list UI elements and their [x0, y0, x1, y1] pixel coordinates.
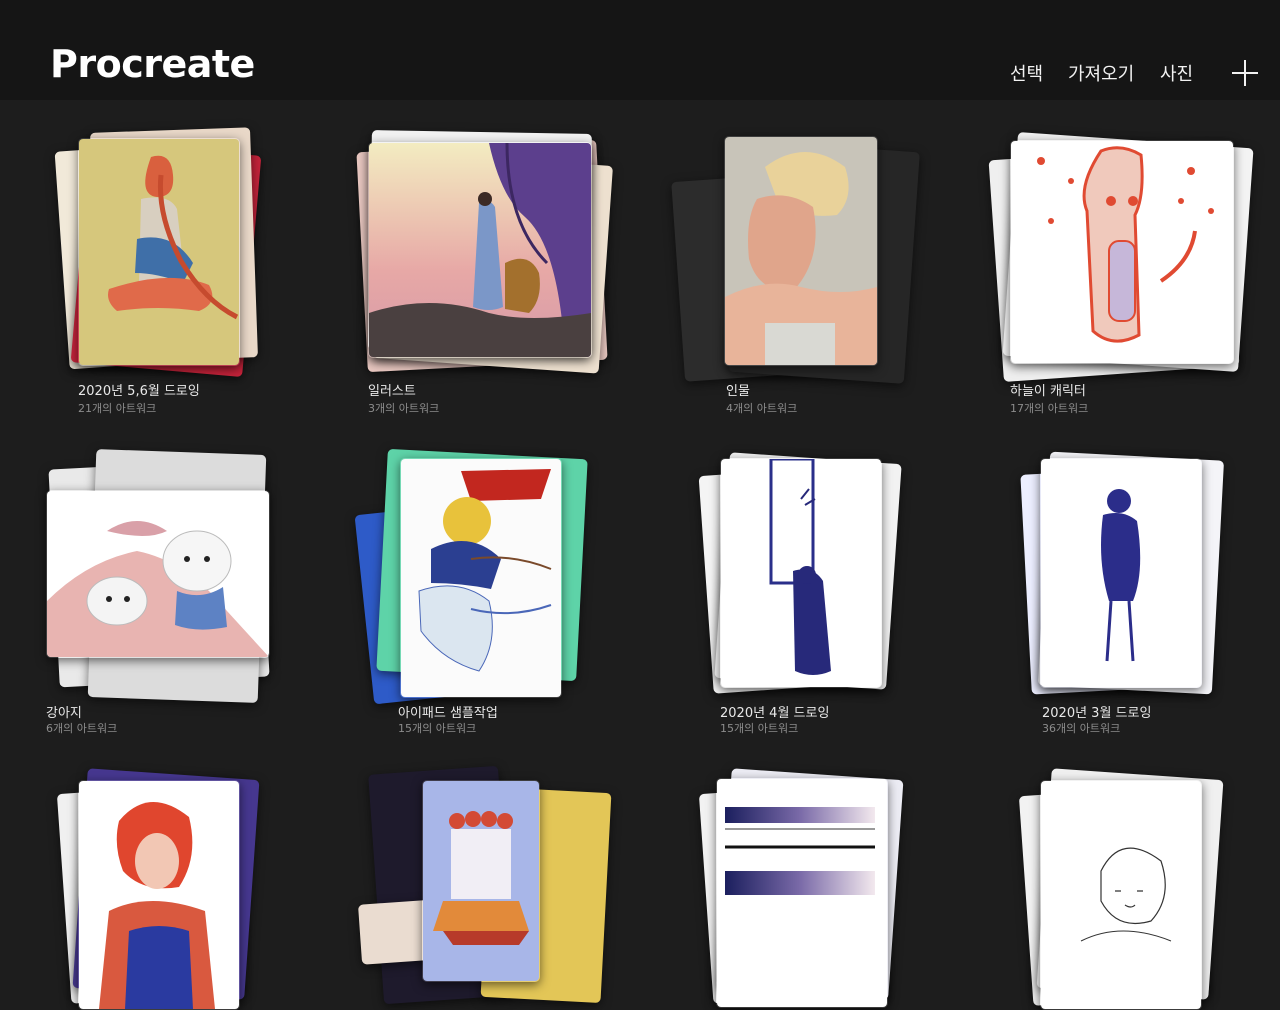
stack-row3-2[interactable]: [352, 762, 612, 1005]
artwork-thumbnail: [422, 780, 540, 982]
stack-haneul-character[interactable]: [988, 118, 1256, 418]
artwork-thumbnail: [368, 142, 592, 358]
artwork-thumbnail: [724, 136, 878, 366]
artwork-thumbnail: [78, 138, 240, 366]
artwork-thumbnail: [716, 778, 888, 1008]
stack-puppy[interactable]: [40, 440, 280, 710]
stack-name: 일러스트: [368, 384, 416, 399]
stack-illustration[interactable]: [350, 118, 620, 418]
stack-count: 6개의 아트워크: [46, 722, 118, 735]
stack-count: 3개의 아트워크: [368, 402, 440, 415]
artwork-thumbnail: [720, 458, 882, 688]
stack-2020-march[interactable]: [1020, 446, 1225, 708]
stack-name: 하늘이 캐릭터: [1010, 384, 1086, 399]
stack-name: 2020년 4월 드로잉: [720, 706, 830, 721]
artwork-thumbnail: [400, 458, 562, 698]
stack-portrait[interactable]: [671, 118, 926, 418]
photo-button[interactable]: 사진: [1160, 60, 1193, 86]
stack-row3-4[interactable]: [1018, 766, 1224, 1010]
stack-count: 4개의 아트워크: [726, 402, 798, 415]
stack-count: 21개의 아트워크: [78, 402, 157, 415]
artwork-thumbnail: [1040, 458, 1202, 688]
stack-row3-3[interactable]: [698, 766, 904, 1008]
plus-icon[interactable]: [1232, 60, 1258, 86]
stack-count: 17개의 아트워크: [1010, 402, 1089, 415]
stack-count: 36개의 아트워크: [1042, 722, 1121, 735]
stack-row3-1[interactable]: [56, 766, 260, 1010]
stack-name: 2020년 3월 드로잉: [1042, 706, 1152, 721]
artwork-thumbnail: [1010, 140, 1234, 364]
artwork-thumbnail: [46, 490, 270, 658]
artwork-thumbnail: [1040, 780, 1202, 1010]
stack-2020-april[interactable]: [698, 446, 902, 708]
stack-count: 15개의 아트워크: [720, 722, 799, 735]
stack-count: 15개의 아트워크: [398, 722, 477, 735]
stack-name: 강아지: [46, 706, 82, 721]
top-bar: Procreate 선택 가져오기 사진: [0, 0, 1280, 100]
stack-name: 아이패드 샘플작업: [398, 706, 498, 721]
stack-name: 2020년 5,6월 드로잉: [78, 384, 200, 399]
stack-ipad-sample[interactable]: [352, 446, 592, 708]
import-button[interactable]: 가져오기: [1068, 60, 1134, 86]
stack-2020-may-june[interactable]: [50, 118, 270, 418]
artwork-thumbnail: [78, 780, 240, 1010]
app-title: Procreate: [50, 42, 255, 86]
select-button[interactable]: 선택: [1010, 60, 1043, 86]
stack-name: 인물: [726, 384, 750, 399]
